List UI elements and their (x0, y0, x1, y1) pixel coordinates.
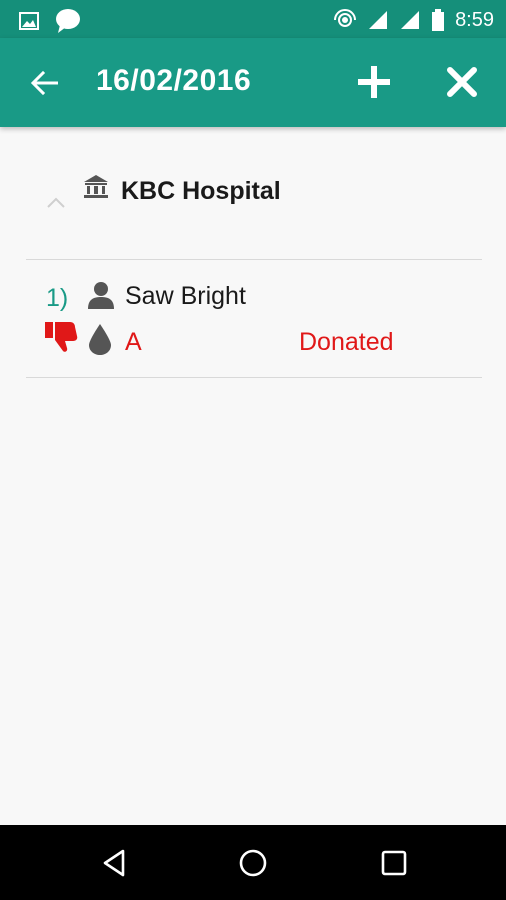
back-arrow-icon[interactable] (28, 66, 62, 100)
divider (26, 259, 482, 260)
chat-icon (56, 9, 80, 33)
signal-icon (369, 11, 388, 29)
person-icon (88, 282, 114, 309)
divider (26, 377, 482, 378)
close-icon[interactable] (446, 66, 478, 98)
navigation-bar (0, 825, 506, 900)
hotspot-icon (334, 9, 357, 27)
status-bar: 8:59 (0, 0, 506, 38)
chevron-up-icon[interactable] (46, 195, 66, 209)
signal-icon (401, 11, 420, 29)
thumbs-down-icon (45, 322, 78, 352)
image-icon (19, 12, 39, 30)
app-bar: 16/02/2016 (0, 38, 506, 127)
hospital-name: KBC Hospital (121, 177, 281, 205)
add-icon[interactable] (356, 64, 392, 100)
hospital-header[interactable]: KBC Hospital (0, 165, 506, 235)
clock: 8:59 (455, 8, 494, 31)
home-circle-icon[interactable] (237, 847, 269, 879)
donor-index: 1) (46, 284, 69, 312)
blood-drop-icon (89, 324, 111, 355)
donation-status: Donated (299, 328, 394, 356)
donor-name: Saw Bright (125, 282, 246, 310)
page-title: 16/02/2016 (96, 64, 252, 97)
back-triangle-icon[interactable] (99, 847, 131, 879)
list-item[interactable]: 1) Saw Bright A Donated (0, 262, 506, 376)
hospital-icon (84, 175, 108, 198)
recents-square-icon[interactable] (378, 847, 410, 879)
battery-icon (432, 9, 445, 31)
blood-group: A (125, 328, 142, 356)
